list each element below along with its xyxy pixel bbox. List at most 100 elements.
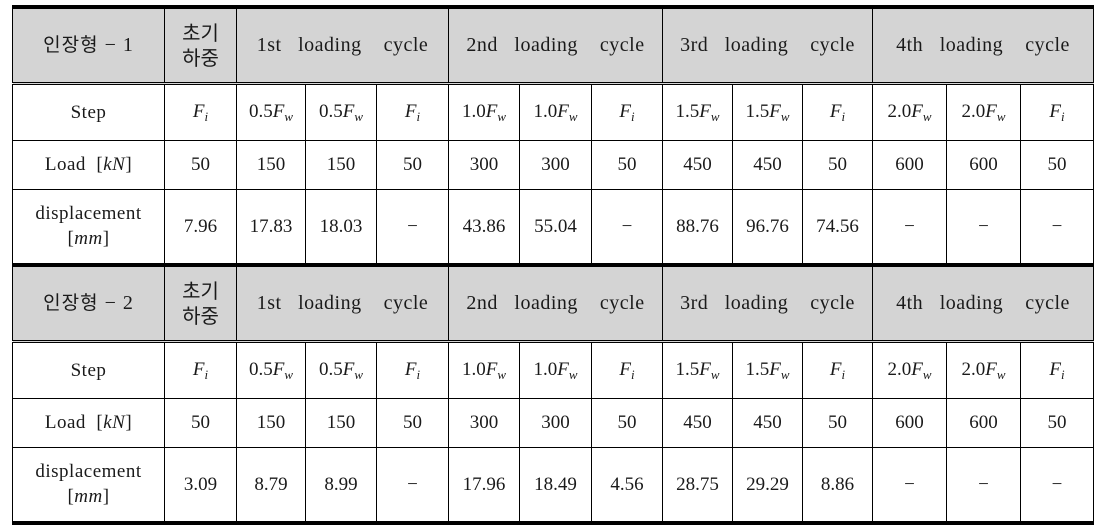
table-page: 인장형 − 1 초기 하중 1st loading cycle 2nd loading … [0,0,1105,530]
row-label-step-2: Step [12,340,165,399]
step-cell-1-7: Fi [591,82,663,141]
step-cell-2-7: Fi [591,340,663,399]
initial-load-header-2: 초기 하중 [164,263,237,342]
displacement-cell-1-2: 17.83 [236,189,306,267]
step-cell-1-13: Fi [1019,82,1095,141]
displacement-cell-1-12: − [946,189,1021,267]
load-cell-2-4: 50 [376,398,449,448]
load-cell-1-3: 150 [305,140,377,190]
displacement-cell-2-10: 8.86 [802,447,873,525]
displacement-cell-2-1: 3.09 [164,447,237,525]
step-cell-1-5: 1.0Fw [448,82,520,141]
load-cell-1-8: 450 [662,140,733,190]
displacement-cell-1-11: − [872,189,947,267]
load-cell-1-10: 50 [802,140,873,190]
row-label-displacement-1: displacement [mm] [12,189,165,267]
displacement-cell-1-7: − [591,189,663,267]
displacement-cell-1-1: 7.96 [164,189,237,267]
load-cell-2-3: 150 [305,398,377,448]
load-cell-1-11: 600 [872,140,947,190]
displacement-cell-2-2: 8.79 [236,447,306,525]
displacement-row-block-1: displacement [mm] 7.96 17.83 18.03−43.86 55.0… [12,189,1095,267]
load-cell-1-1: 50 [164,140,237,190]
displacement-cell-2-12: − [946,447,1021,525]
step-cell-1-3: 0.5Fw [305,82,377,141]
displacement-cell-2-8: 28.75 [662,447,733,525]
cycle-header-2-block-1: 2nd loading cycle [448,5,663,84]
step-cell-2-8: 1.5Fw [662,340,733,399]
load-row-block-1: Load [kN] 50 150 150 50 300 300 50 450 450 50 600 60… [12,140,1095,190]
load-cell-1-7: 50 [591,140,663,190]
load-cell-2-7: 50 [591,398,663,448]
displacement-cell-1-13: − [1019,189,1095,267]
load-cell-2-12: 600 [946,398,1021,448]
block-title-2: 인장형 − 2 [12,263,165,342]
load-row-block-2: Load [kN] 50 150 150 50 300 300 50 450 450 50 600 60… [12,398,1095,448]
load-cell-1-6: 300 [519,140,592,190]
step-cell-1-8: 1.5Fw [662,82,733,141]
step-cell-2-13: Fi [1019,340,1095,399]
step-row-block-2: Step Fi 0.5Fw 0.5Fw Fi 1.0Fw 1.0Fw Fi 1.5Fw 1.5Fw… [12,340,1095,399]
load-cell-1-5: 300 [448,140,520,190]
load-cell-2-9: 450 [732,398,803,448]
cycle-header-3-block-2: 3rd loading cycle [662,263,873,342]
step-cell-2-6: 1.0Fw [519,340,592,399]
step-cell-1-9: 1.5Fw [732,82,803,141]
cycle-header-1-block-2: 1st loading cycle [236,263,449,342]
load-cell-1-12: 600 [946,140,1021,190]
displacement-cell-1-10: 74.56 [802,189,873,267]
displacement-cell-2-13: − [1019,447,1095,525]
step-cell-1-11: 2.0Fw [872,82,947,141]
load-cell-2-11: 600 [872,398,947,448]
step-cell-2-5: 1.0Fw [448,340,520,399]
load-cell-2-2: 150 [236,398,306,448]
displacement-cell-1-3: 18.03 [305,189,377,267]
load-cell-2-1: 50 [164,398,237,448]
load-cell-1-13: 50 [1019,140,1095,190]
block-header-row-1: 인장형 − 1 초기 하중 1st loading cycle 2nd loading … [12,5,1095,84]
step-cell-1-2: 0.5Fw [236,82,306,141]
block-title-1: 인장형 − 1 [12,5,165,84]
displacement-cell-1-5: 43.86 [448,189,520,267]
step-cell-2-10: Fi [802,340,873,399]
step-cell-1-4: Fi [376,82,449,141]
cycle-header-1-block-1: 1st loading cycle [236,5,449,84]
step-row-block-1: Step Fi 0.5Fw 0.5Fw Fi 1.0Fw 1.0Fw Fi 1.5Fw 1.5Fw… [12,82,1095,141]
load-cell-1-4: 50 [376,140,449,190]
displacement-cell-2-3: 8.99 [305,447,377,525]
step-cell-2-4: Fi [376,340,449,399]
step-cell-1-10: Fi [802,82,873,141]
row-label-displacement-2: displacement [mm] [12,447,165,525]
step-cell-2-1: Fi [164,340,237,399]
displacement-cell-1-9: 96.76 [732,189,803,267]
displacement-cell-2-5: 17.96 [448,447,520,525]
row-label-step-1: Step [12,82,165,141]
displacement-cell-1-6: 55.04 [519,189,592,267]
load-cell-2-10: 50 [802,398,873,448]
step-cell-2-3: 0.5Fw [305,340,377,399]
step-cell-1-6: 1.0Fw [519,82,592,141]
load-cell-1-2: 150 [236,140,306,190]
displacement-cell-2-11: − [872,447,947,525]
load-cell-2-6: 300 [519,398,592,448]
cycle-header-4-block-2: 4th loading cycle [871,263,1095,342]
step-cell-1-12: 2.0Fw [946,82,1021,141]
displacement-cell-1-8: 88.76 [662,189,733,267]
load-cell-2-8: 450 [662,398,733,448]
load-cell-1-9: 450 [732,140,803,190]
step-cell-2-11: 2.0Fw [872,340,947,399]
step-cell-2-12: 2.0Fw [946,340,1021,399]
load-cell-2-5: 300 [448,398,520,448]
displacement-cell-2-6: 18.49 [519,447,592,525]
row-label-load-2: Load [kN] [12,398,165,448]
step-cell-2-2: 0.5Fw [236,340,306,399]
cycle-header-4-block-1: 4th loading cycle [871,5,1095,84]
displacement-row-block-2: displacement [mm] 3.09 8.79 8.99 − 17.96 18.49 4… [12,447,1095,525]
loading-cycle-results-table: 인장형 − 1 초기 하중 1st loading cycle 2nd loading … [12,5,1095,525]
displacement-cell-2-9: 29.29 [732,447,803,525]
block-header-row-2: 인장형 − 2 초기 하중 1st loading cycle 2nd loading … [12,263,1095,342]
row-label-load-1: Load [kN] [12,140,165,190]
cycle-header-2-block-2: 2nd loading cycle [448,263,663,342]
displacement-cell-2-7: 4.56 [591,447,663,525]
load-cell-2-13: 50 [1019,398,1095,448]
